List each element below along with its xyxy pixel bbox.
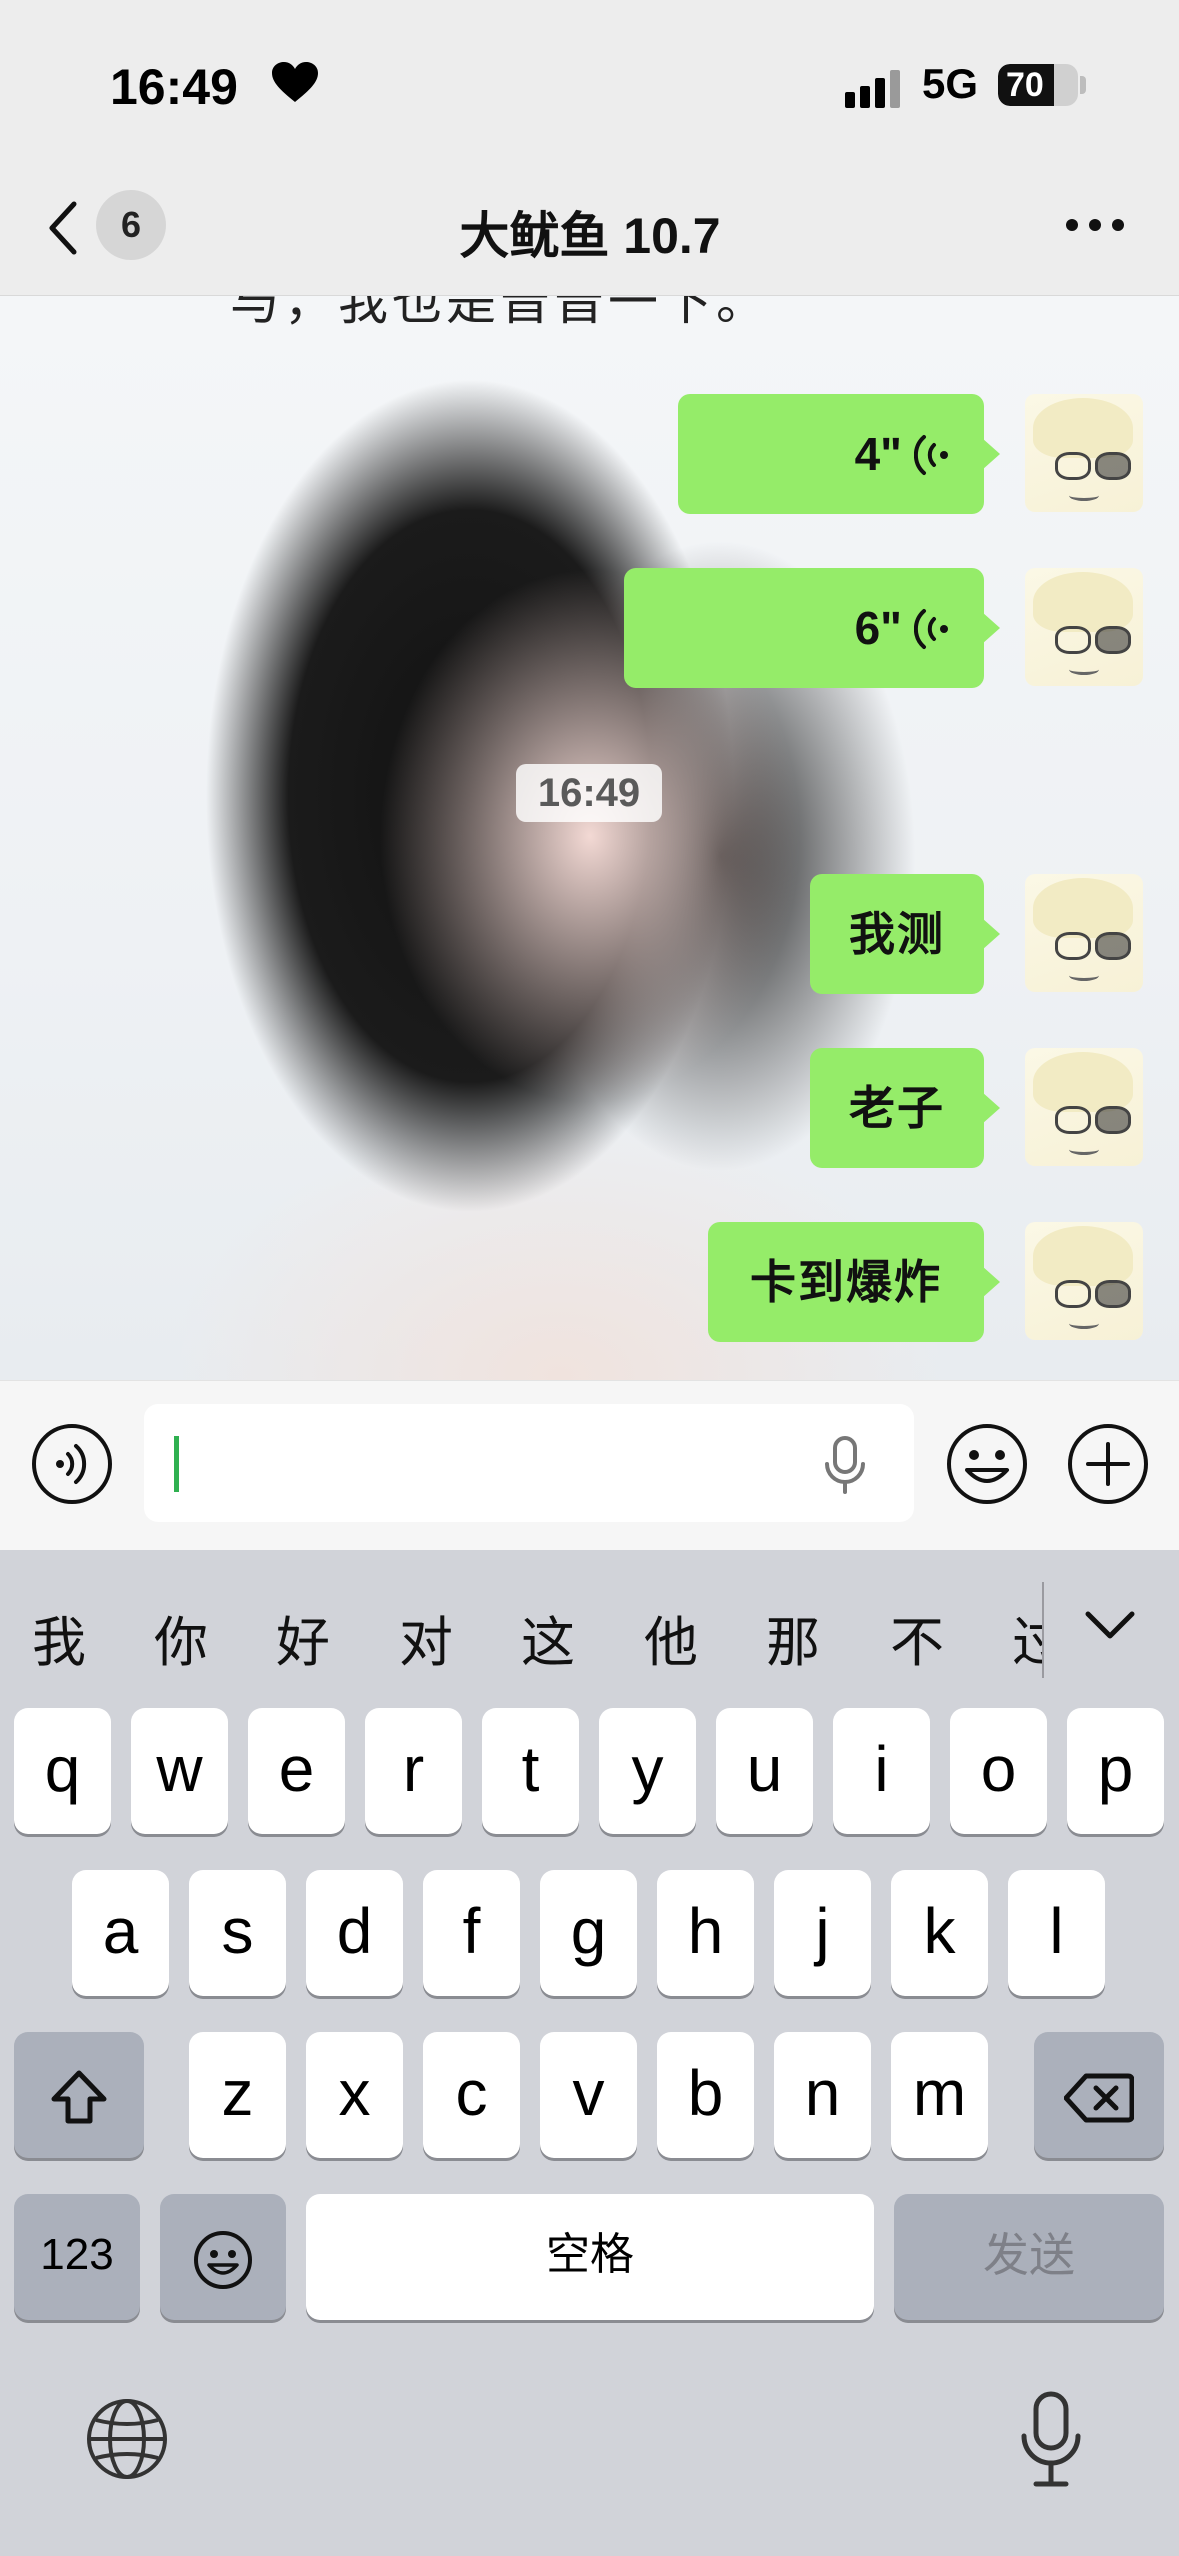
key-k[interactable]: k (891, 1870, 988, 1996)
microphone-icon[interactable] (822, 1436, 868, 1496)
key-w[interactable]: w (131, 1708, 228, 1834)
message-input[interactable] (144, 1404, 914, 1522)
chat-message-area[interactable]: 与，我也是晋晋一下。 4" 6" 16:49 我测 老子 卡到爆炸 (0, 296, 1179, 1380)
space-key[interactable]: 空格 (306, 2194, 874, 2320)
key-v[interactable]: v (540, 2032, 637, 2158)
avatar[interactable] (1025, 874, 1143, 992)
message-text: 卡到爆炸 (750, 1256, 942, 1308)
message-timestamp: 16:49 (516, 764, 662, 822)
chevron-down-icon[interactable] (1084, 1606, 1136, 1646)
candidate-word[interactable]: 过 (1012, 1598, 1042, 1677)
text-message-bubble[interactable]: 我测 (810, 874, 1000, 994)
battery-percent: 70 (1006, 66, 1044, 104)
shift-key[interactable] (14, 2032, 144, 2158)
voice-wave-icon (914, 609, 948, 649)
voice-message-bubble[interactable]: 4" (678, 394, 1000, 514)
key-h[interactable]: h (657, 1870, 754, 1996)
chat-title: 大鱿鱼 10.7 (459, 208, 721, 264)
message-text: 老子 (849, 1082, 945, 1134)
key-c[interactable]: c (423, 2032, 520, 2158)
candidate-word[interactable]: 不 (890, 1598, 944, 1677)
candidate-word[interactable]: 你 (154, 1598, 208, 1677)
text-caret (174, 1436, 179, 1492)
network-label: 5G (922, 60, 979, 107)
key-o[interactable]: o (950, 1708, 1047, 1834)
plus-icon[interactable] (1066, 1422, 1150, 1506)
key-s[interactable]: s (189, 1870, 286, 1996)
key-a[interactable]: a (72, 1870, 169, 1996)
backspace-icon (1063, 2073, 1135, 2123)
emoji-key-icon (194, 2231, 252, 2290)
key-z[interactable]: z (189, 2032, 286, 2158)
candidate-word[interactable]: 那 (766, 1598, 820, 1677)
candidate-word[interactable]: 这 (521, 1598, 575, 1677)
back-chevron-icon[interactable] (44, 198, 84, 258)
voice-message-bubble[interactable]: 6" (624, 568, 1000, 688)
more-options-icon[interactable] (1060, 210, 1130, 240)
key-d[interactable]: d (306, 1870, 403, 1996)
backspace-key[interactable] (1034, 2032, 1164, 2158)
send-key[interactable]: 发送 (894, 2194, 1164, 2320)
candidate-word[interactable]: 好 (276, 1598, 330, 1677)
key-l[interactable]: l (1008, 1870, 1105, 1996)
voice-mode-toggle-icon[interactable] (30, 1422, 114, 1506)
key-u[interactable]: u (716, 1708, 813, 1834)
candidate-word[interactable]: 对 (399, 1598, 453, 1677)
key-n[interactable]: n (774, 2032, 871, 2158)
emoji-key[interactable] (160, 2194, 286, 2320)
key-x[interactable]: x (306, 2032, 403, 2158)
voice-wave-icon (914, 435, 948, 475)
message-text: 我测 (849, 908, 945, 960)
dictation-microphone-icon[interactable] (1016, 2390, 1086, 2490)
text-message-bubble[interactable]: 老子 (810, 1048, 1000, 1168)
key-i[interactable]: i (833, 1708, 930, 1834)
status-time: 16:49 (110, 59, 238, 115)
partial-message-text: 与，我也是晋晋一下。 (230, 296, 770, 330)
key-m[interactable]: m (891, 2032, 988, 2158)
candidate-word[interactable]: 我 (32, 1598, 86, 1677)
unread-count-badge[interactable]: 6 (96, 190, 166, 260)
key-r[interactable]: r (365, 1708, 462, 1834)
key-f[interactable]: f (423, 1870, 520, 1996)
voice-duration: 4" (854, 428, 902, 480)
emoji-icon[interactable] (945, 1422, 1029, 1506)
avatar[interactable] (1025, 1048, 1143, 1166)
signal-icon (845, 70, 900, 108)
voice-duration: 6" (854, 602, 902, 654)
candidate-word[interactable]: 他 (644, 1598, 698, 1677)
key-b[interactable]: b (657, 2032, 754, 2158)
key-e[interactable]: e (248, 1708, 345, 1834)
globe-icon[interactable] (84, 2396, 170, 2482)
candidate-divider (1042, 1582, 1044, 1678)
key-y[interactable]: y (599, 1708, 696, 1834)
key-t[interactable]: t (482, 1708, 579, 1834)
numbers-key[interactable]: 123 (14, 2194, 140, 2320)
key-g[interactable]: g (540, 1870, 637, 1996)
key-p[interactable]: p (1067, 1708, 1164, 1834)
battery-cap (1080, 76, 1086, 94)
shift-arrow-icon (51, 2070, 107, 2124)
text-message-bubble[interactable]: 卡到爆炸 (708, 1222, 1000, 1342)
key-j[interactable]: j (774, 1870, 871, 1996)
avatar[interactable] (1025, 1222, 1143, 1340)
avatar[interactable] (1025, 568, 1143, 686)
key-q[interactable]: q (14, 1708, 111, 1834)
battery-indicator: 70 (998, 64, 1078, 106)
heart-icon (272, 62, 318, 102)
avatar[interactable] (1025, 394, 1143, 512)
